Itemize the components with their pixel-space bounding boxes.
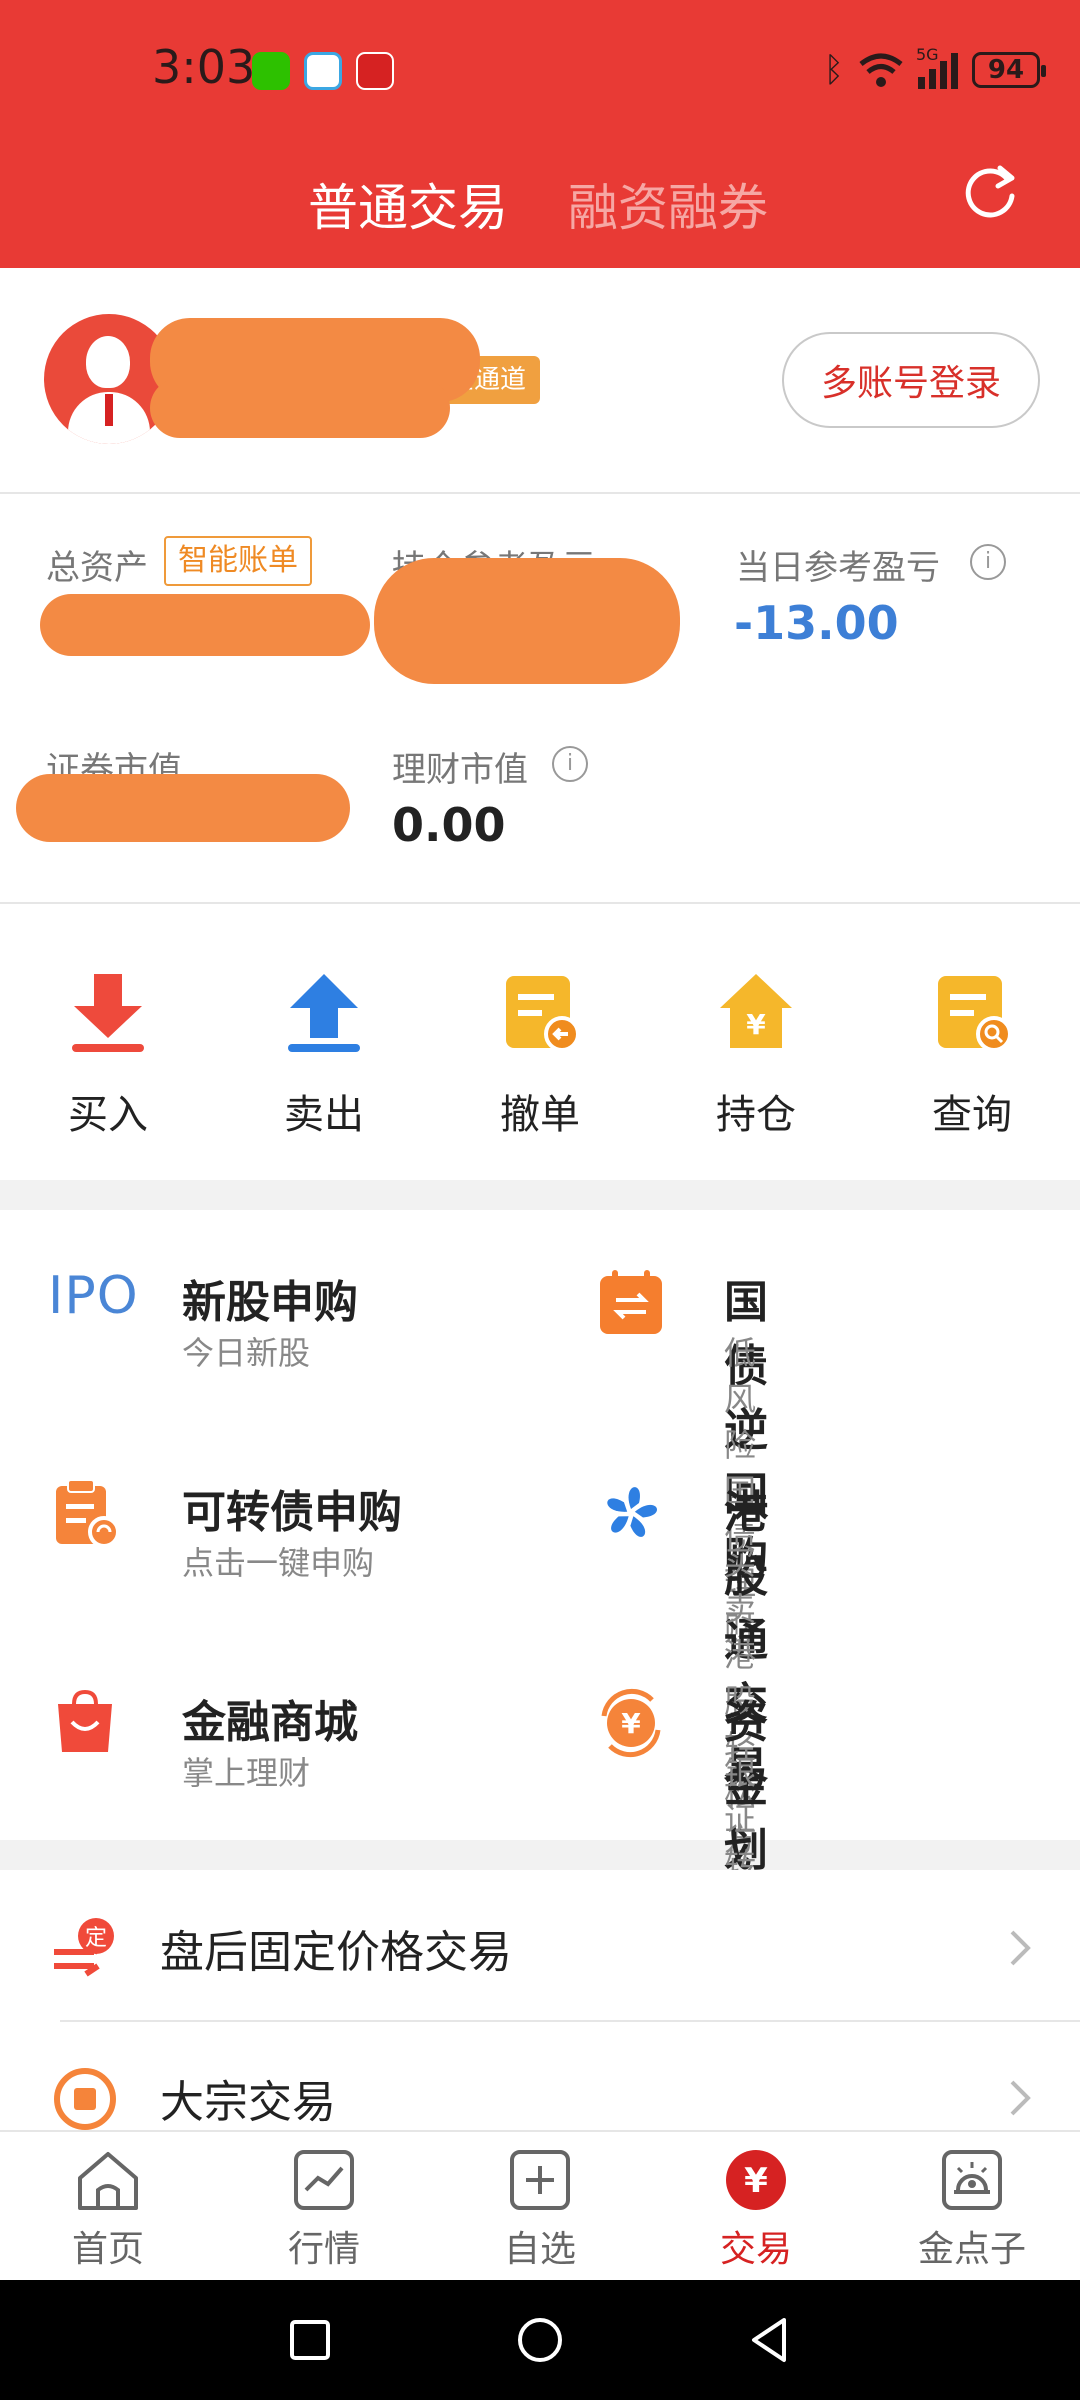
buy-button[interactable]: 买入	[0, 904, 216, 1180]
bauhinia-flower-icon	[607, 1487, 657, 1537]
fixed-price-icon: 定	[54, 1918, 114, 1977]
buy-label: 买入	[68, 1092, 148, 1138]
services-grid: IPO 新股申购 今日新股 国债逆回购 低风险国债理财 可转债申购 点击一键申购	[0, 1210, 1080, 2114]
recent-apps-icon[interactable]	[278, 2308, 342, 2372]
redaction-mask	[374, 558, 680, 684]
wealth-value-label: 理财市值	[392, 750, 528, 790]
yen-transfer-icon: ¥	[601, 1688, 661, 1758]
trade-yen-icon: ¥	[726, 2150, 786, 2210]
smart-bill-button[interactable]: 智能账单	[164, 536, 312, 586]
cancel-order-button[interactable]: 撤单	[432, 904, 648, 1180]
holdings-button[interactable]: ¥ 持仓	[648, 904, 864, 1180]
wechat-notification-icon	[252, 52, 290, 90]
cancel-order-icon	[506, 976, 580, 1052]
back-triangle-icon[interactable]	[738, 2308, 802, 2372]
qq-notification-icon	[304, 52, 342, 90]
add-watchlist-icon	[510, 2150, 570, 2210]
redaction-mask	[40, 594, 370, 656]
svg-text:定: 定	[85, 1926, 107, 1951]
tab-label: 自选	[503, 2229, 576, 2270]
sell-button[interactable]: 卖出	[216, 904, 432, 1180]
account-section: 增强安全通道 多账号登录	[0, 268, 1080, 494]
chevron-right-icon	[1010, 2080, 1031, 2116]
total-assets-label: 总资产	[46, 548, 148, 588]
app-notification-icon	[356, 52, 394, 90]
query-button[interactable]: 查询	[864, 904, 1080, 1180]
wifi-icon	[859, 53, 903, 87]
list-item-after-hours-fixed-price[interactable]: 定 盘后固定价格交易	[0, 1870, 1080, 2022]
multi-account-login-button[interactable]: 多账号登录	[782, 332, 1040, 428]
top-navigation: 普通交易 融资融券	[0, 148, 1080, 268]
hk-connect-item[interactable]: 港股通交易 买卖港股 轻松方便	[0, 1420, 768, 1904]
tab-golden-ideas[interactable]: 金点子	[864, 2132, 1080, 2282]
query-label: 查询	[932, 1092, 1012, 1138]
tab-margin-trade[interactable]: 融资融券	[568, 168, 768, 240]
fund-transfer-item[interactable]: ¥ 资金划转 银证转账 记录查询	[0, 1630, 768, 2114]
tab-market[interactable]: 行情	[216, 2132, 432, 2282]
tab-watchlist[interactable]: 自选	[432, 2132, 648, 2282]
bottom-tab-bar: 首页 行情 自选 ¥ 交易 金点子	[0, 2130, 1080, 2280]
tab-label: 金点子	[917, 2229, 1026, 2270]
query-search-icon	[938, 976, 1012, 1052]
tab-normal-trade[interactable]: 普通交易	[308, 168, 508, 240]
status-time: 3:03	[152, 40, 256, 94]
quick-actions: 买入 卖出 撤单 ¥ 持仓 查询	[0, 904, 1080, 1180]
home-icon	[78, 2152, 138, 2210]
svg-text:¥: ¥	[744, 2161, 768, 2201]
tab-label: 首页	[71, 2229, 144, 2270]
sell-label: 卖出	[284, 1092, 364, 1138]
market-chart-icon	[294, 2150, 354, 2210]
tab-label: 交易	[719, 2229, 792, 2270]
daily-pl-label: 当日参考盈亏	[736, 548, 940, 588]
wealth-value: 0.00	[392, 798, 506, 852]
redaction-mask	[150, 378, 450, 438]
treasury-repo-item[interactable]: 国债逆回购 低风险国债理财	[0, 1210, 768, 1648]
list-item-label: 大宗交易	[160, 2077, 336, 2128]
battery-icon: 94	[972, 52, 1046, 88]
daily-pl-value: -13.00	[734, 596, 899, 650]
block-trade-icon	[54, 2068, 116, 2130]
refresh-icon[interactable]	[958, 162, 1022, 226]
chevron-right-icon	[1010, 1930, 1031, 1966]
home-circle-icon[interactable]	[508, 2308, 572, 2372]
lamp-icon	[942, 2150, 1002, 2210]
cellular-signal: 5G	[916, 45, 958, 89]
tab-trade[interactable]: ¥ 交易	[648, 2132, 864, 2282]
cancel-order-label: 撤单	[500, 1092, 580, 1138]
svg-text:¥: ¥	[746, 1008, 766, 1041]
redaction-mask	[16, 774, 350, 842]
list-item-label: 盘后固定价格交易	[160, 1927, 512, 1978]
sell-upload-icon	[288, 974, 360, 1052]
status-indicators: ᛒ 5G 94	[823, 45, 1046, 90]
trade-list: 定 盘后固定价格交易 大宗交易	[0, 1870, 1080, 2130]
holdings-label: 持仓	[716, 1092, 796, 1138]
svg-text:¥: ¥	[621, 1707, 641, 1740]
assets-panel: 总资产 智能账单 持仓参考盈亏 当日参考盈亏 i -13.00 证券市值 102…	[0, 494, 1080, 904]
bluetooth-icon: ᛒ	[823, 50, 844, 90]
notification-icons	[252, 52, 394, 90]
wealth-info-icon[interactable]: i	[552, 746, 588, 782]
system-navigation-bar	[0, 2280, 1080, 2400]
buy-download-icon	[72, 974, 144, 1052]
holdings-house-icon: ¥	[720, 974, 792, 1048]
calendar-repo-icon	[600, 1270, 662, 1334]
tab-label: 行情	[287, 2229, 360, 2270]
status-bar: 3:03 ᛒ 5G 94	[0, 0, 1080, 148]
daily-pl-info-icon[interactable]: i	[970, 544, 1006, 580]
tab-home[interactable]: 首页	[0, 2132, 216, 2282]
network-type: 5G	[916, 45, 939, 64]
